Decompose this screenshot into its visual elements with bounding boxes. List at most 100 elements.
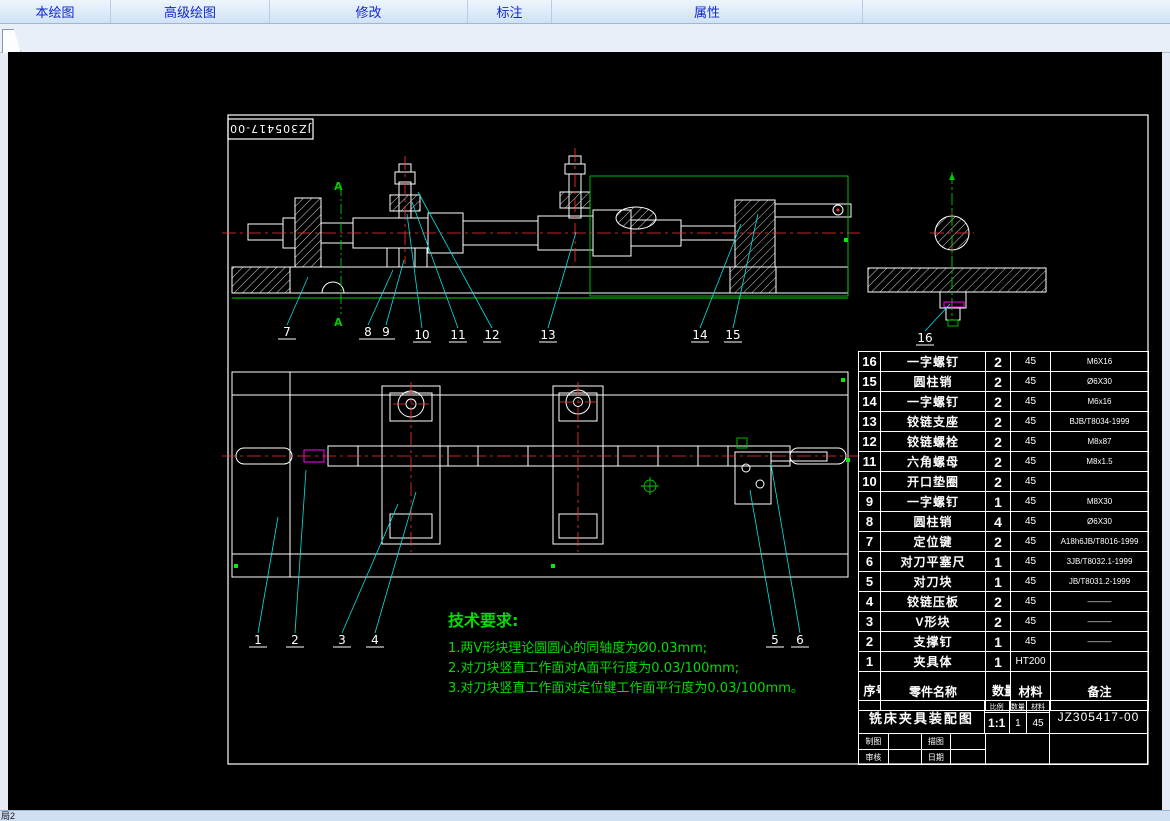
balloon-3: 3 — [338, 633, 346, 647]
bom-cell-material: 45 — [1011, 612, 1051, 632]
tech-requirement-2: 2.对刀块竖直工作面对A面平行度为0.03/100mm; — [448, 660, 739, 676]
balloon-1: 1 — [254, 633, 262, 647]
balloon-11: 11 — [450, 328, 465, 342]
bom-cell-note: ——— — [1051, 612, 1149, 632]
bom-row: 2 支撑钉 1 45 ——— — [859, 632, 1149, 652]
status-bar: 局2 — [0, 810, 1170, 821]
signature-row: 制图 描图 — [859, 734, 985, 750]
bom-cell-material: 45 — [1011, 572, 1051, 592]
bom-cell-material: 45 — [1011, 512, 1051, 532]
bom-cell-no: 13 — [859, 412, 881, 432]
tech-requirements-title: 技术要求: — [448, 611, 518, 630]
bom-cell-name: 对刀块 — [881, 572, 986, 592]
menu-tab-modify[interactable]: 修改 — [270, 0, 468, 23]
signature-value — [951, 734, 985, 749]
title-block: 铣床夹具装配图 比例 数量 材料 1:1 1 45 JZ305417-00 — [858, 700, 1148, 765]
bom-row: 4 铰链压板 2 45 ——— — [859, 592, 1149, 612]
section-arrow-icon — [949, 173, 955, 180]
menu-tab-advanced-draw[interactable]: 高级绘图 — [111, 0, 270, 23]
bom-cell-no: 8 — [859, 512, 881, 532]
cad-canvas[interactable]: JZ305417-00 — [8, 52, 1162, 810]
bom-cell-material: 45 — [1011, 592, 1051, 612]
bom-cell-qty: 1 — [986, 632, 1011, 652]
balloon-5: 5 — [771, 633, 779, 647]
bom-cell-qty: 2 — [986, 592, 1011, 612]
bom-cell-name: 对刀平塞尺 — [881, 552, 986, 572]
bom-row: 9 一字螺钉 1 45 M8X30 — [859, 492, 1149, 512]
bom-cell-qty: 2 — [986, 452, 1011, 472]
bom-cell-note: ——— — [1051, 632, 1149, 652]
menu-tab-annotate[interactable]: 标注 — [468, 0, 552, 23]
bom-cell-material: 45 — [1011, 472, 1051, 492]
bom-cell-material: 45 — [1011, 392, 1051, 412]
bom-cell-no: 6 — [859, 552, 881, 572]
bom-cell-no: 1 — [859, 652, 881, 672]
bom-row: 6 对刀平塞尺 1 45 3JB/T8032.1-1999 — [859, 552, 1149, 572]
bom-cell-material: 45 — [1011, 532, 1051, 552]
plan-view — [232, 372, 848, 577]
bom-cell-name: 支撑钉 — [881, 632, 986, 652]
bom-cell-qty: 2 — [986, 352, 1011, 372]
bom-cell-name: 铰链支座 — [881, 412, 986, 432]
handle-center-dot — [837, 209, 840, 212]
balloon-10: 10 — [414, 328, 429, 342]
bom-cell-name: 一字螺钉 — [881, 492, 986, 512]
bom-cell-name: 铰链螺栓 — [881, 432, 986, 452]
bom-cell-note — [1051, 472, 1149, 492]
bom-cell-qty: 2 — [986, 472, 1011, 492]
bom-cell-no: 14 — [859, 392, 881, 412]
bom-row: 10 开口垫圈 2 45 — [859, 472, 1149, 492]
bom-cell-name: 夹具体 — [881, 652, 986, 672]
balloon-numbers: 1 2 3 4 5 6 7 8 9 10 11 12 13 14 15 16 — [254, 325, 932, 647]
bom-table: 16 一字螺钉 2 45 M6X16 15 圆柱销 2 45 Ø6X30 — [858, 351, 1149, 711]
title-block-drawing-title: 铣床夹具装配图 — [859, 701, 985, 734]
scale-label: 比例 — [985, 701, 1010, 712]
layout-tab-label[interactable]: 局2 — [1, 811, 15, 821]
bom-cell-name: 圆柱销 — [881, 372, 986, 392]
bom-cell-name: 一字螺钉 — [881, 352, 986, 372]
bom-row: 14 一字螺钉 2 45 M6x16 — [859, 392, 1149, 412]
bom-cell-name: 铰链压板 — [881, 592, 986, 612]
title-block-signatures: 制图 描图 审核 日期 — [859, 734, 986, 765]
bom-cell-material: 45 — [1011, 432, 1051, 452]
menu-tab-properties[interactable]: 属性 — [552, 0, 863, 23]
sheet-number-rotated: JZ305417-00 — [229, 122, 312, 135]
signature-label: 描图 — [922, 734, 952, 749]
section-view — [868, 216, 1046, 320]
signature-label: 制图 — [859, 734, 889, 749]
material-value: 45 — [1027, 713, 1049, 733]
bom-cell-note: Ø6X30 — [1051, 372, 1149, 392]
balloon-14: 14 — [692, 328, 707, 342]
drawing-file-tab[interactable] — [2, 29, 21, 53]
bom-cell-name: 一字螺钉 — [881, 392, 986, 412]
bom-cell-note: JB/T8031.2-1999 — [1051, 572, 1149, 592]
bom-row: 8 圆柱销 4 45 Ø6X30 — [859, 512, 1149, 532]
app-window: 本绘图 高级绘图 修改 标注 属性 JZ305417-00 — [0, 0, 1170, 821]
bom-cell-material: 45 — [1011, 412, 1051, 432]
bom-cell-qty: 2 — [986, 612, 1011, 632]
bom-cell-note: A18h6JB/T8016-1999 — [1051, 532, 1149, 552]
menu-bar: 本绘图 高级绘图 修改 标注 属性 — [0, 0, 1170, 24]
balloon-7: 7 — [283, 325, 291, 339]
title-block-attributes: 比例 数量 材料 1:1 1 45 — [985, 701, 1050, 734]
balloon-2: 2 — [291, 633, 299, 647]
menu-bar-filler — [863, 0, 1170, 23]
signature-value — [951, 750, 985, 765]
scale-value: 1:1 — [985, 713, 1010, 733]
bom-cell-qty: 1 — [986, 552, 1011, 572]
bom-cell-note: M6x16 — [1051, 392, 1149, 412]
bom-row: 7 定位键 2 45 A18h6JB/T8016-1999 — [859, 532, 1149, 552]
bom-cell-qty: 2 — [986, 532, 1011, 552]
menu-tab-basic-draw[interactable]: 本绘图 — [0, 0, 111, 23]
bom-row: 3 V形块 2 45 ——— — [859, 612, 1149, 632]
material-label: 材料 — [1027, 701, 1049, 712]
tech-requirement-1: 1.两V形块理论圆圆心的同轴度为Ø0.03mm; — [448, 640, 707, 656]
section-mark-top: A — [334, 180, 343, 193]
bom-cell-name: 定位键 — [881, 532, 986, 552]
bom-cell-note: Ø6X30 — [1051, 512, 1149, 532]
bom-row: 1 夹具体 1 HT200 — [859, 652, 1149, 672]
qty-value: 1 — [1010, 713, 1028, 733]
leader-lines — [258, 192, 950, 633]
qty-label: 数量 — [1010, 701, 1028, 712]
balloon-16: 16 — [917, 331, 932, 345]
